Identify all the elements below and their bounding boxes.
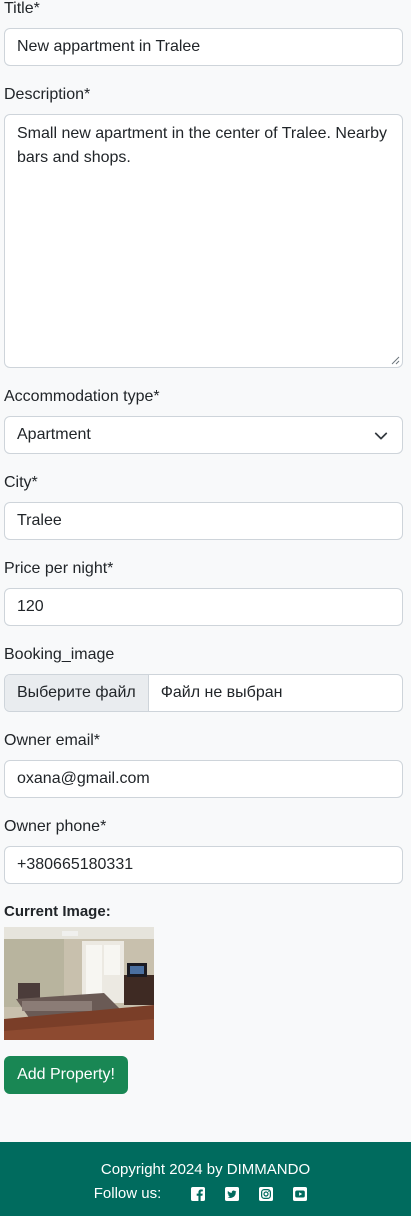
owner-phone-input[interactable]: +380665180331 [4,846,403,884]
owner-email-label: Owner email* [4,732,101,749]
description-label: Description* [4,86,91,103]
follow-us-label: Follow us: [93,1185,162,1202]
owner-email-input[interactable]: oxana@gmail.com [4,760,403,798]
city-label: City* [4,474,38,491]
description-textarea[interactable]: Small new apartment in the center of Tra… [4,114,403,368]
file-status-text: Файл не выбран [160,684,283,701]
choose-file-button[interactable]: Выберите файл [5,675,149,711]
follow-us-row: Follow us: [0,1184,411,1204]
facebook-icon[interactable] [191,1187,206,1201]
booking-image-file-input[interactable]: Выберите файл Файл не выбран [4,674,403,712]
accommodation-type-value: Apartment [17,426,91,443]
description-text: Small new apartment in the center of Tra… [17,125,387,166]
owner-phone-label: Owner phone* [4,818,107,835]
price-label: Price per night* [4,560,114,577]
copyright-text: Copyright 2024 by DIMMANDO [100,1161,311,1178]
add-property-button[interactable]: Add Property! [4,1056,128,1094]
booking-image-label: Booking_image [4,646,115,663]
current-image-label: Current Image: [4,903,111,920]
price-input[interactable]: 120 [4,588,403,626]
title-label: Title* [4,0,40,17]
accommodation-type-select[interactable]: Apartment [4,416,403,454]
twitter-icon[interactable] [225,1187,240,1201]
accommodation-type-label: Accommodation type* [4,388,160,405]
instagram-icon[interactable] [259,1187,274,1201]
chevron-down-icon [374,432,388,440]
youtube-icon[interactable] [293,1187,308,1201]
resize-grip-icon[interactable] [391,356,400,365]
current-property-image [4,927,154,1040]
city-input[interactable]: Tralee [4,502,403,540]
title-input[interactable]: New appartment in Tralee [4,28,403,66]
footer: Copyright 2024 by DIMMANDO Follow us: [0,1142,411,1216]
